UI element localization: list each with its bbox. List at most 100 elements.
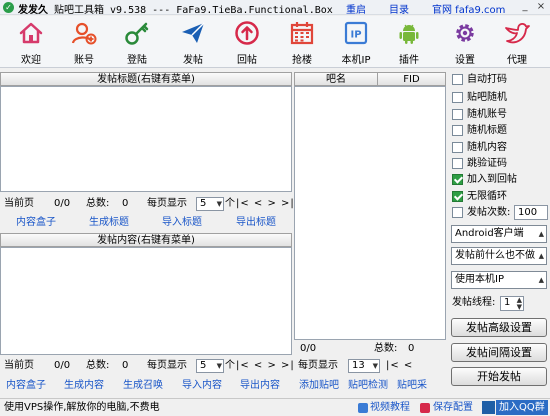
option-send-count[interactable]: 发帖次数: 100 bbox=[452, 205, 548, 221]
toolbar-grab-floor-button[interactable]: 抢楼 bbox=[277, 16, 327, 68]
checkbox[interactable] bbox=[452, 158, 463, 169]
add-bar-link[interactable]: 添加贴吧 bbox=[299, 378, 339, 394]
toolbar-plugin-button[interactable]: 插件 bbox=[384, 16, 434, 68]
title-action-links: 内容盒子 生成标题 导入标题 导出标题 bbox=[0, 215, 292, 231]
pre-post-action-select[interactable]: 发帖前什么也不做 ▲ bbox=[451, 247, 547, 265]
import-title-link[interactable]: 导入标题 bbox=[162, 215, 202, 231]
content-panel-header: 发帖内容(右键有菜单) bbox=[0, 233, 292, 247]
key-icon bbox=[125, 22, 149, 45]
per-page-select[interactable]: 5 ▼ bbox=[196, 197, 224, 211]
video-tutorial-link[interactable]: 视频教程 bbox=[370, 399, 410, 416]
interval-settings-button[interactable]: 发帖间隔设置 bbox=[451, 343, 547, 362]
status-text: 使用VPS操作,解放你的电脑,不费电 bbox=[4, 402, 160, 413]
toolbar-label: 插件 bbox=[399, 55, 419, 66]
toolbar-post-button[interactable]: 发帖 bbox=[168, 16, 218, 68]
toolbar-reply-button[interactable]: 回帖 bbox=[222, 16, 272, 68]
generate-summon-link[interactable]: 生成召唤 bbox=[123, 378, 163, 394]
title-panel-header: 发帖标题(右键有菜单) bbox=[0, 72, 292, 86]
content-list[interactable] bbox=[0, 247, 292, 355]
bird-icon bbox=[505, 23, 530, 44]
send-icon bbox=[182, 22, 205, 43]
app-logo-icon: ✓ bbox=[3, 2, 14, 13]
send-count-input[interactable]: 100 bbox=[514, 205, 548, 220]
checkbox[interactable] bbox=[452, 125, 463, 136]
page-nav-buttons[interactable]: |< < > >| bbox=[236, 357, 295, 375]
user-add-icon bbox=[71, 22, 97, 45]
bar-fid-table[interactable] bbox=[294, 86, 446, 340]
website-link[interactable]: 官网 fafa9.com bbox=[432, 1, 505, 16]
title-list[interactable] bbox=[0, 86, 292, 192]
per-page-select[interactable]: 5 ▼ bbox=[196, 359, 224, 373]
current-page-label: 当前页 bbox=[4, 198, 34, 209]
total-value: 0 bbox=[408, 343, 415, 354]
toolbar-welcome-button[interactable]: 欢迎 bbox=[6, 16, 56, 68]
toolbar-label: 账号 bbox=[74, 55, 94, 66]
bar-check-link[interactable]: 贴吧检测 bbox=[348, 378, 388, 394]
calendar-icon bbox=[290, 22, 314, 45]
chevron-down-icon: ▼ bbox=[372, 362, 378, 370]
current-page-value: 0/0 bbox=[54, 360, 71, 371]
toolbar: 欢迎 账号 登陆 发帖 回帖 抢楼 IP 本机IP 插件 设置 代理 bbox=[0, 16, 550, 68]
generate-content-link[interactable]: 生成内容 bbox=[64, 378, 104, 394]
qq-icon bbox=[482, 401, 495, 414]
page-nav-buttons[interactable]: |< < bbox=[386, 357, 413, 375]
android-icon bbox=[399, 24, 419, 44]
directory-link[interactable]: 目录 bbox=[389, 1, 409, 16]
start-post-button[interactable]: 开始发帖 bbox=[451, 367, 547, 386]
checkbox-checked[interactable] bbox=[452, 174, 463, 185]
checkbox[interactable] bbox=[452, 92, 463, 103]
toolbar-label: 欢迎 bbox=[21, 55, 41, 66]
per-page-unit: 个 bbox=[225, 198, 235, 209]
import-content-link[interactable]: 导入内容 bbox=[182, 378, 222, 394]
toolbar-account-button[interactable]: 账号 bbox=[59, 16, 109, 68]
toolbar-label: 发帖 bbox=[183, 55, 203, 66]
ip-mode-select[interactable]: 使用本机IP ▲ bbox=[451, 271, 547, 289]
join-qq-group-button[interactable]: 加入QQ群 bbox=[496, 400, 548, 415]
column-header-bar-name[interactable]: 吧名 bbox=[294, 72, 378, 86]
toolbar-settings-button[interactable]: 设置 bbox=[440, 16, 490, 68]
page-nav-buttons[interactable]: |< < > >| bbox=[236, 195, 295, 213]
bar-collect-link[interactable]: 贴吧采 bbox=[397, 378, 427, 394]
per-page-value: 5 bbox=[200, 198, 207, 209]
toolbar-label: 抢楼 bbox=[292, 55, 312, 66]
per-page-select[interactable]: 13 ▼ bbox=[348, 359, 380, 373]
total-value: 0 bbox=[122, 360, 129, 371]
toolbar-proxy-button[interactable]: 代理 bbox=[492, 16, 542, 68]
app-version-text: 贴吧工具箱 v9.538 --- FaFa9.TieBa.Functional.… bbox=[54, 5, 333, 16]
toolbar-login-button[interactable]: 登陆 bbox=[112, 16, 162, 68]
save-config-link[interactable]: 保存配置 bbox=[433, 399, 473, 416]
content-action-links: 内容盒子 生成内容 生成召唤 导入内容 导出内容 bbox=[0, 378, 292, 394]
checkbox[interactable] bbox=[452, 74, 463, 85]
svg-text:IP: IP bbox=[350, 30, 361, 41]
content-box-link[interactable]: 内容盒子 bbox=[16, 215, 56, 231]
client-type-select[interactable]: Android客户端 ▲ bbox=[451, 225, 547, 243]
app-name: 发发久 bbox=[18, 5, 48, 16]
table-pager-2: 每页显示 13 ▼ |< < bbox=[298, 357, 446, 375]
minimize-button[interactable]: _ bbox=[518, 0, 532, 14]
export-title-link[interactable]: 导出标题 bbox=[236, 215, 276, 231]
per-page-label: 每页显示 bbox=[298, 360, 338, 371]
chevron-up-down-icon: ▲ bbox=[538, 252, 544, 260]
restart-link[interactable]: 重启 bbox=[346, 1, 366, 16]
per-page-label: 每页显示 bbox=[147, 360, 187, 371]
chevron-down-icon: ▼ bbox=[216, 362, 222, 370]
content-pager: 当前页 0/0 总数: 0 每页显示 5 ▼ 个 |< < > >| bbox=[4, 357, 294, 375]
thread-count-spinner[interactable]: 1 ▲ ▼ bbox=[500, 296, 524, 311]
spinner-arrows-icon[interactable]: ▲ ▼ bbox=[517, 297, 522, 311]
checkbox[interactable] bbox=[452, 207, 463, 218]
checkbox-checked[interactable] bbox=[452, 191, 463, 202]
advanced-settings-button[interactable]: 发帖高级设置 bbox=[451, 318, 547, 337]
chevron-down-icon: ▼ bbox=[216, 200, 222, 208]
video-icon bbox=[358, 403, 368, 413]
column-header-fid[interactable]: FID bbox=[377, 72, 446, 86]
generate-title-link[interactable]: 生成标题 bbox=[89, 215, 129, 231]
toolbar-local-ip-button[interactable]: IP 本机IP bbox=[331, 16, 381, 68]
export-content-link[interactable]: 导出内容 bbox=[240, 378, 280, 394]
content-box-link[interactable]: 内容盒子 bbox=[6, 378, 46, 394]
toolbar-label: 代理 bbox=[507, 55, 527, 66]
checkbox[interactable] bbox=[452, 142, 463, 153]
status-bar: 使用VPS操作,解放你的电脑,不费电 视频教程 保存配置 加入QQ群 bbox=[0, 398, 550, 416]
checkbox[interactable] bbox=[452, 109, 463, 120]
total-value: 0 bbox=[122, 198, 129, 209]
close-button[interactable]: × bbox=[534, 0, 548, 14]
